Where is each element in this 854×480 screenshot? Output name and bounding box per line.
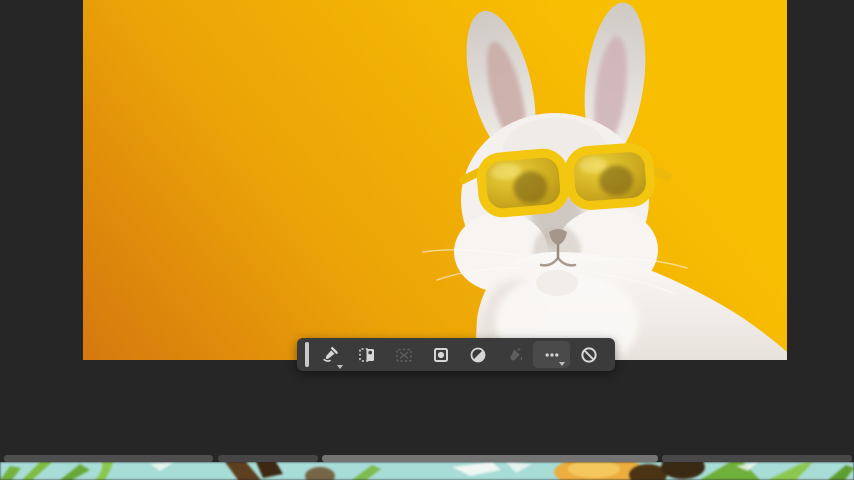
rabbit-photo — [83, 0, 787, 360]
none-icon — [580, 346, 598, 364]
next-image-strip[interactable] — [0, 462, 854, 480]
mask-icon — [432, 346, 450, 364]
editor-stage — [0, 0, 854, 480]
canvas-image[interactable] — [83, 0, 787, 360]
mask-button[interactable] — [422, 338, 459, 371]
scrubber-segment — [4, 455, 213, 462]
scrubber-segment — [662, 455, 852, 462]
ellipsis-icon — [543, 346, 561, 364]
meadow-photo-edge — [0, 462, 854, 480]
invert-button[interactable] — [459, 338, 496, 371]
deselect-button[interactable] — [570, 338, 607, 371]
brush-icon — [321, 346, 339, 364]
chevron-down-icon — [337, 365, 343, 369]
fill-button[interactable] — [496, 338, 533, 371]
select-subject-button[interactable] — [348, 338, 385, 371]
taskbar-drag-handle[interactable] — [305, 342, 309, 367]
marquee-button[interactable] — [385, 338, 422, 371]
marquee-icon — [395, 346, 413, 364]
brush-button[interactable] — [311, 338, 348, 371]
invert-icon — [469, 346, 487, 364]
scrubber-segment — [322, 455, 658, 462]
more-options-button[interactable] — [533, 341, 570, 368]
chevron-down-icon — [559, 362, 565, 366]
timeline-scrubber[interactable] — [0, 455, 854, 462]
paint-bucket-icon — [506, 346, 524, 364]
contextual-taskbar — [297, 338, 615, 371]
scrubber-segment — [218, 455, 318, 462]
select-subject-icon — [358, 346, 376, 364]
